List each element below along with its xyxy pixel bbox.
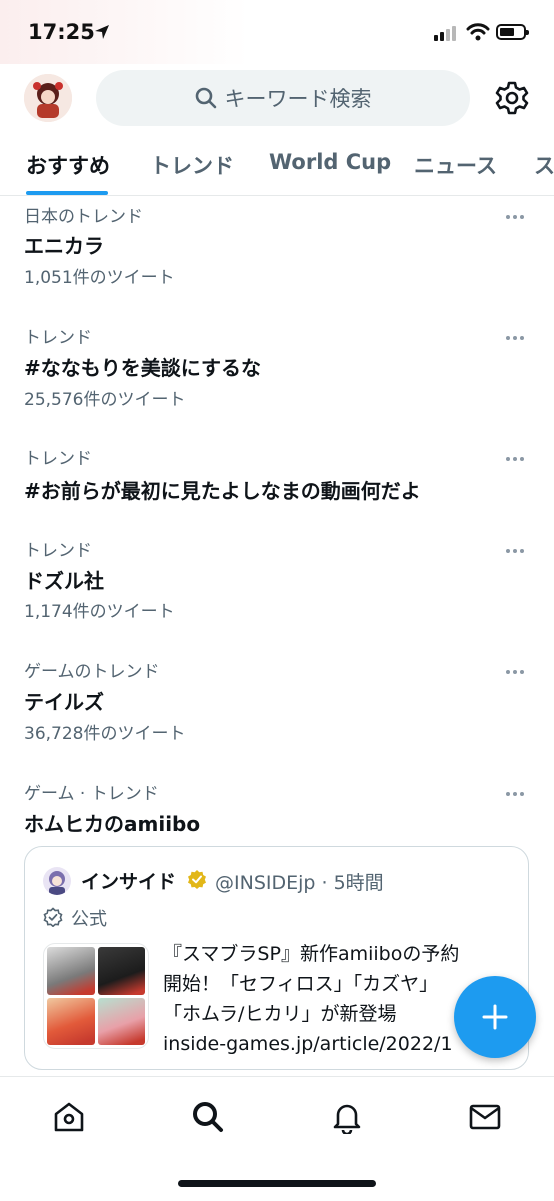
nav-home[interactable]: [49, 1097, 89, 1137]
more-icon[interactable]: [506, 204, 527, 223]
nav-messages[interactable]: [465, 1097, 505, 1137]
trend-count: 1,051件のツイート: [24, 268, 175, 288]
trend-category: 日本のトレンド: [24, 207, 143, 227]
card-text-line: 『スマブラSP』新作amiiboの予約: [163, 943, 460, 965]
home-indicator[interactable]: [178, 1180, 376, 1187]
card-official-label: 公式: [71, 909, 107, 930]
trend-category: トレンド: [24, 328, 92, 348]
official-check-icon: [43, 907, 63, 927]
profile-avatar[interactable]: [24, 74, 72, 122]
trend-title: ホムヒカのamiibo: [24, 812, 201, 836]
header: キーワード検索: [0, 64, 554, 132]
search-placeholder: キーワード検索: [224, 87, 372, 111]
nav-notifications[interactable]: [327, 1097, 367, 1137]
trend-category: ゲーム · トレンド: [24, 784, 159, 804]
bell-icon: [333, 1104, 361, 1134]
trend-count: 1,174件のツイート: [24, 602, 175, 622]
explore-tabs: おすすめ トレンド World Cup ニュース ス: [0, 132, 554, 196]
explore-icon: [193, 1102, 223, 1132]
status-time: 17:25: [28, 20, 95, 44]
more-icon[interactable]: [506, 781, 527, 800]
tab-more[interactable]: ス: [534, 150, 554, 180]
battery-icon: [496, 24, 529, 40]
trend-category: ゲームのトレンド: [24, 662, 160, 682]
trend-category: トレンド: [24, 541, 92, 561]
verified-badge-icon: [188, 870, 206, 889]
cellular-signal-icon: [434, 26, 456, 41]
card-author-avatar: [43, 867, 71, 895]
trend-title: エニカラ: [24, 234, 104, 258]
more-icon[interactable]: [506, 446, 527, 465]
more-icon[interactable]: [506, 325, 527, 344]
wifi-icon: [466, 23, 490, 41]
tab-recommended[interactable]: おすすめ: [26, 150, 110, 180]
search-icon: [195, 87, 216, 109]
trend-title: #お前らが最初に見たよしなまの動画何だよ: [24, 479, 421, 503]
search-input[interactable]: キーワード検索: [96, 70, 470, 126]
card-thumbnail: [43, 943, 149, 1049]
tab-trends[interactable]: トレンド: [150, 150, 234, 180]
mail-icon: [469, 1104, 501, 1130]
trend-category: トレンド: [24, 449, 92, 469]
compose-button[interactable]: [454, 976, 536, 1058]
trend-count: 36,728件のツイート: [24, 724, 186, 744]
card-handle-time: @INSIDEjp · 5時間: [215, 872, 384, 894]
location-arrow-icon: [95, 25, 109, 39]
more-icon[interactable]: [506, 538, 527, 557]
plus-icon: [482, 1004, 508, 1030]
trend-title: ドズル社: [24, 569, 104, 593]
card-author-name: インサイド: [81, 871, 177, 893]
gear-icon[interactable]: [494, 80, 530, 116]
trend-title: #ななもりを美談にするな: [24, 356, 261, 380]
nav-explore[interactable]: [188, 1097, 228, 1137]
trend-title: テイルズ: [24, 690, 104, 714]
tab-news[interactable]: ニュース: [414, 150, 497, 180]
status-bar: 17:25: [0, 0, 554, 64]
more-icon[interactable]: [506, 659, 527, 678]
trend-count: 25,576件のツイート: [24, 390, 186, 410]
active-tab-indicator: [26, 191, 108, 195]
tweet-card[interactable]: インサイド @INSIDEjp · 5時間 公式 『スマブラSP』新作amiib…: [24, 846, 529, 1070]
home-icon: [54, 1102, 84, 1132]
tab-world-cup[interactable]: World Cup: [269, 150, 391, 174]
